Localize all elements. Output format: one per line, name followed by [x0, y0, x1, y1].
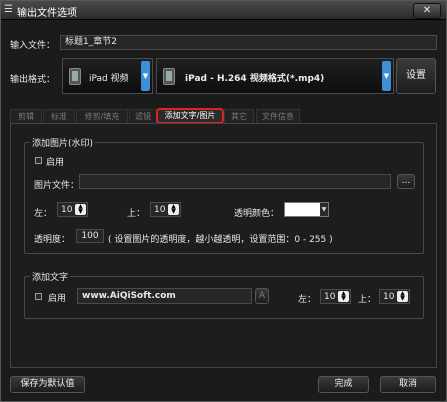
browse-button[interactable]: ... — [397, 174, 415, 189]
watermark-top-spinner[interactable]: 10 ▲ ▼ — [150, 202, 181, 217]
text-top-spinner[interactable]: 10 ▲ ▼ — [379, 289, 410, 304]
watermark-left-value: 10 — [61, 205, 73, 215]
text-group-title: 添加文字 — [30, 270, 71, 283]
settings-button[interactable]: 设置 — [396, 58, 436, 94]
image-file-field[interactable] — [79, 174, 391, 189]
ipad-icon — [69, 68, 81, 85]
opacity-field[interactable]: 100 — [76, 229, 104, 243]
text-top-label: 上： — [358, 295, 377, 305]
text-input[interactable]: www.AiQiSoft.com — [77, 288, 252, 304]
device-select-value: iPad 视频 — [89, 74, 129, 84]
tab-clip[interactable]: 剪辑 — [10, 109, 42, 123]
tab-file-info[interactable]: 文件信息 — [256, 109, 300, 123]
watermark-left-label: 左： — [34, 209, 53, 219]
tab-add-text-image[interactable]: 添加文字/图片 — [156, 108, 224, 124]
text-top-value: 10 — [383, 292, 395, 302]
text-enable-checkbox[interactable] — [35, 293, 42, 300]
title-bar: ☰ 输出文件选项 ✕ — [1, 1, 446, 20]
spin-arrows-icon[interactable]: ▲ ▼ — [168, 204, 179, 215]
watermark-enable-checkbox[interactable] — [35, 157, 42, 164]
watermark-left-spinner[interactable]: 10 ▲ ▼ — [57, 202, 88, 217]
cancel-button[interactable]: 取消 — [380, 376, 436, 393]
spin-arrows-icon[interactable]: ▲ ▼ — [75, 204, 86, 215]
window-title: 输出文件选项 — [17, 8, 77, 19]
ipad-icon — [163, 68, 175, 85]
watermark-top-value: 10 — [154, 205, 166, 215]
tab-filter[interactable]: 滤镜 — [129, 109, 157, 123]
chevron-down-icon[interactable]: ▼ — [141, 61, 150, 91]
device-select[interactable]: iPad 视频 ▼ — [62, 58, 153, 94]
spin-arrows-icon[interactable]: ▲ ▼ — [338, 291, 349, 302]
menu-icon[interactable]: ☰ — [4, 4, 13, 15]
input-file-label: 输入文件： — [10, 41, 56, 51]
format-select[interactable]: iPad - H.264 视频格式(*.mp4) ▼ — [156, 58, 394, 94]
close-button[interactable]: ✕ — [413, 3, 441, 19]
chevron-down-icon[interactable]: ▼ — [382, 61, 391, 91]
image-file-label: 图片文件： — [34, 181, 80, 191]
text-left-spinner[interactable]: 10 ▲ ▼ — [320, 289, 351, 304]
text-left-label: 左： — [298, 295, 317, 305]
tab-crop-pad[interactable]: 修剪/填充 — [76, 109, 128, 123]
font-button[interactable]: A — [255, 288, 269, 304]
chevron-down-icon[interactable]: ▼ — [320, 203, 328, 216]
text-enable-label: 启用 — [48, 294, 67, 304]
dialog-window: ☰ 输出文件选项 ✕ 输入文件： 标题1_章节2 输出格式： iPad 视频 ▼… — [0, 0, 447, 402]
save-default-button[interactable]: 保存为默认值 — [10, 376, 85, 393]
tab-other[interactable]: 其它 — [224, 109, 254, 123]
watermark-top-label: 上： — [127, 209, 146, 219]
spin-arrows-icon[interactable]: ▲ ▼ — [397, 291, 408, 302]
transparent-color-picker[interactable]: ▼ — [284, 202, 329, 217]
opacity-label: 透明度： — [34, 235, 71, 245]
format-select-value: iPad - H.264 视频格式(*.mp4) — [185, 74, 325, 84]
transparent-color-label: 透明颜色： — [234, 209, 280, 219]
tab-standard[interactable]: 标准 — [43, 109, 75, 123]
text-left-value: 10 — [324, 292, 336, 302]
output-format-label: 输出格式： — [10, 75, 56, 85]
watermark-group-title: 添加图片(水印) — [30, 136, 96, 149]
watermark-enable-label: 启用 — [46, 158, 65, 168]
opacity-hint: ( 设置图片的透明度，越小越透明，设置范围：0 - 255 ) — [108, 235, 333, 245]
input-file-field[interactable]: 标题1_章节2 — [60, 35, 437, 50]
done-button[interactable]: 完成 — [318, 376, 369, 393]
